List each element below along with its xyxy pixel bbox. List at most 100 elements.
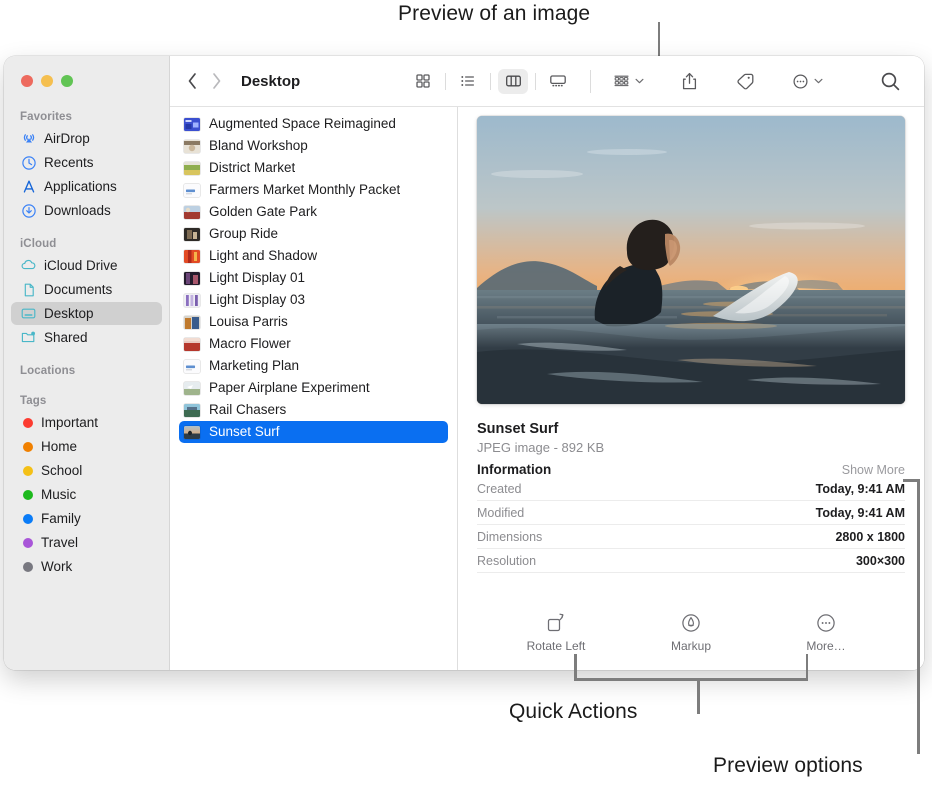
sidebar-item-tag-family[interactable]: Family	[11, 507, 162, 530]
sidebar-item-documents[interactable]: Documents	[11, 278, 162, 301]
window-controls	[21, 75, 73, 87]
search-button[interactable]	[875, 69, 906, 94]
quick-action-rotate-left[interactable]: Rotate Left	[517, 611, 595, 653]
file-thumbnail-icon	[184, 359, 200, 373]
file-thumbnail-icon	[184, 337, 200, 351]
file-row[interactable]: Macro Flower	[179, 333, 448, 355]
back-icon[interactable]	[187, 72, 198, 90]
chevron-down-icon	[635, 78, 644, 84]
sidebar-header-tags: Tags	[20, 395, 47, 407]
sidebar-item-icloud-drive[interactable]: iCloud Drive	[11, 254, 162, 277]
preview-file-subtitle: JPEG image - 892 KB	[477, 440, 605, 455]
file-row[interactable]: Group Ride	[179, 223, 448, 245]
file-row[interactable]: Paper Airplane Experiment	[179, 377, 448, 399]
document-icon	[20, 281, 37, 298]
file-row[interactable]: Golden Gate Park	[179, 201, 448, 223]
sidebar-item-desktop[interactable]: Desktop	[11, 302, 162, 325]
file-name: Light Display 03	[209, 293, 306, 307]
sidebar-header-locations: Locations	[20, 365, 76, 377]
sidebar-item-label: Downloads	[44, 202, 111, 218]
downloads-icon	[20, 202, 37, 219]
sidebar-item-label: Shared	[44, 329, 88, 345]
file-name: Marketing Plan	[209, 359, 300, 373]
sidebar-item-downloads[interactable]: Downloads	[11, 199, 162, 222]
file-row[interactable]: Farmers Market Monthly Packet	[179, 179, 448, 201]
minimize-button[interactable]	[41, 75, 53, 87]
sidebar-item-label: Work	[41, 558, 73, 574]
file-row[interactable]: Louisa Parris	[179, 311, 448, 333]
file-thumbnail-icon	[184, 315, 200, 329]
file-row[interactable]: Light and Shadow	[179, 245, 448, 267]
sidebar-item-tag-school[interactable]: School	[11, 459, 162, 482]
file-name: Sunset Surf	[209, 425, 280, 439]
sidebar-item-applications[interactable]: Applications	[11, 175, 162, 198]
view-mode-list-view[interactable]	[453, 69, 483, 94]
file-name: Rail Chasers	[209, 403, 287, 417]
info-row-modified: Modified Today, 9:41 AM	[477, 501, 905, 525]
group-by-button[interactable]	[608, 69, 649, 94]
tag-dot-icon	[23, 417, 33, 428]
information-label: Information	[477, 462, 552, 477]
view-mode-icon-view[interactable]	[408, 69, 438, 94]
close-button[interactable]	[21, 75, 33, 87]
forward-icon[interactable]	[211, 72, 222, 90]
sidebar-header-favorites: Favorites	[20, 111, 73, 123]
preview-image[interactable]	[477, 116, 905, 404]
file-row-selected[interactable]: Sunset Surf	[179, 421, 448, 443]
file-name: Louisa Parris	[209, 315, 288, 329]
sidebar-item-label: Desktop	[44, 305, 94, 321]
information-section-header: Information Show More	[477, 462, 905, 477]
file-row[interactable]: Light Display 03	[179, 289, 448, 311]
show-more-button[interactable]: Show More	[842, 463, 905, 477]
sidebar-item-airdrop[interactable]: AirDrop	[11, 127, 162, 150]
more-circle-icon	[816, 611, 836, 633]
file-name: Light and Shadow	[209, 249, 318, 263]
info-key: Created	[477, 481, 522, 496]
quick-action-label: More…	[806, 639, 846, 653]
file-thumbnail-icon	[184, 183, 200, 197]
file-row[interactable]: Light Display 01	[179, 267, 448, 289]
zoom-button[interactable]	[61, 75, 73, 87]
breadcrumb[interactable]: Desktop	[241, 73, 300, 90]
info-key: Dimensions	[477, 529, 543, 544]
file-list-column: Augmented Space Reimagined Bland Worksho…	[170, 107, 458, 670]
tag-dot-icon	[23, 489, 33, 500]
info-key: Resolution	[477, 553, 537, 568]
view-mode-segmented-control	[408, 68, 573, 94]
quick-action-markup[interactable]: Markup	[652, 611, 730, 653]
file-row[interactable]: Rail Chasers	[179, 399, 448, 421]
sidebar-item-tag-music[interactable]: Music	[11, 483, 162, 506]
annotation-bracket-left-quick-actions	[574, 654, 577, 680]
file-name: Light Display 01	[209, 271, 306, 285]
preview-file-title: Sunset Surf	[477, 421, 559, 437]
sidebar-item-tag-home[interactable]: Home	[11, 435, 162, 458]
annotation-leader-preview-options	[917, 479, 920, 754]
info-row-dimensions: Dimensions 2800 x 1800	[477, 525, 905, 549]
file-thumbnail-icon	[184, 271, 200, 285]
annotation-preview-options: Preview options	[713, 754, 863, 777]
more-actions-button[interactable]	[787, 69, 828, 94]
preview-pane: Sunset Surf JPEG image - 892 KB Informat…	[458, 107, 924, 670]
file-name: Augmented Space Reimagined	[209, 117, 396, 131]
sidebar-item-label: Music	[41, 486, 77, 502]
sidebar-item-tag-important[interactable]: Important	[11, 411, 162, 434]
info-row-created: Created Today, 9:41 AM	[477, 477, 905, 501]
sidebar-item-tag-travel[interactable]: Travel	[11, 531, 162, 554]
file-row[interactable]: Bland Workshop	[179, 135, 448, 157]
sidebar-item-tag-work[interactable]: Work	[11, 555, 162, 578]
quick-actions-bar: Rotate Left Markup More…	[469, 611, 913, 670]
file-row[interactable]: District Market	[179, 157, 448, 179]
view-mode-column-view[interactable]	[498, 68, 528, 94]
file-thumbnail-icon	[184, 425, 200, 439]
view-mode-gallery-view[interactable]	[543, 69, 573, 94]
file-row[interactable]: Augmented Space Reimagined	[179, 113, 448, 135]
file-thumbnail-icon	[184, 161, 200, 175]
share-button[interactable]	[676, 69, 703, 94]
tags-button[interactable]	[730, 69, 760, 94]
file-row[interactable]: Marketing Plan	[179, 355, 448, 377]
sidebar-item-recents[interactable]: Recents	[11, 151, 162, 174]
toolbar-divider	[490, 72, 491, 90]
sidebar-item-shared[interactable]: Shared	[11, 326, 162, 349]
sidebar-item-label: Home	[41, 438, 78, 454]
quick-action-more[interactable]: More…	[787, 611, 865, 653]
